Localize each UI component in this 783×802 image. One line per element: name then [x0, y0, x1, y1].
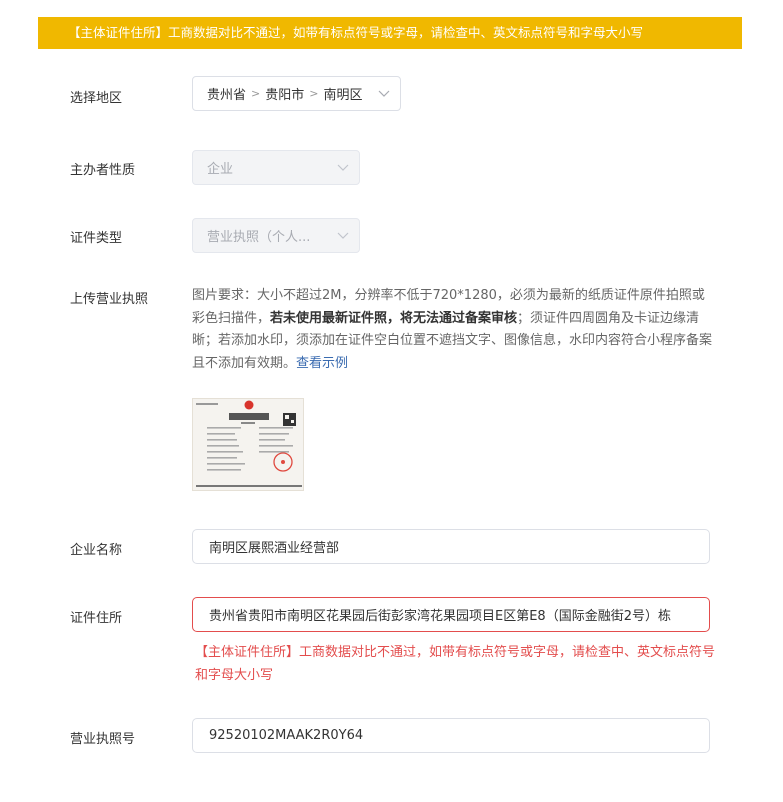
organizer-type-value: 企业 — [207, 162, 234, 177]
region-district: 南明区 — [323, 88, 363, 103]
cert-type-select[interactable]: 营业执照（个人... — [192, 218, 360, 253]
chevron-down-icon — [337, 231, 349, 241]
company-name-label: 企业名称 — [70, 543, 123, 558]
cert-address-label: 证件住所 — [70, 611, 123, 626]
cert-address-value: 贵州省贵阳市南明区花果园后街彭家湾花果园项目E区第E8（国际金融街2号）栋 — [209, 609, 671, 624]
region-separator-icon: > — [251, 87, 261, 100]
company-name-input[interactable]: 南明区展熙酒业经营部 — [192, 529, 710, 564]
upload-license-label: 上传营业执照 — [70, 292, 149, 307]
cert-type-label: 证件类型 — [70, 231, 123, 246]
region-province: 贵州省 — [207, 88, 247, 103]
cert-address-error: 【主体证件住所】工商数据对比不通过，如带有标点符号或字母，请检查中、英文标点符号… — [195, 645, 716, 683]
region-label: 选择地区 — [70, 91, 123, 106]
cert-type-value: 营业执照（个人... — [207, 230, 311, 245]
chevron-down-icon — [378, 89, 390, 99]
region-select[interactable]: 贵州省 > 贵阳市 > 南明区 — [192, 76, 401, 111]
organizer-type-label: 主办者性质 — [70, 163, 136, 178]
chevron-down-icon — [337, 163, 349, 173]
license-no-input[interactable]: 92520102MAAK2R0Y64 — [192, 718, 710, 753]
upload-requirements: 图片要求：大小不超过2M，分辨率不低于720*1280，必须为最新的纸质证件原件… — [192, 285, 714, 375]
company-name-value: 南明区展熙酒业经营部 — [209, 541, 340, 556]
view-example-link[interactable]: 查看示例 — [296, 356, 348, 371]
license-no-value: 92520102MAAK2R0Y64 — [209, 728, 364, 743]
organizer-type-select[interactable]: 企业 — [192, 150, 360, 185]
region-separator-icon: > — [309, 87, 319, 100]
region-path: 贵州省 > 贵阳市 > 南明区 — [207, 84, 362, 103]
cert-address-input[interactable]: 贵州省贵阳市南明区花果园后街彭家湾花果园项目E区第E8（国际金融街2号）栋 — [192, 597, 710, 632]
license-no-label: 营业执照号 — [70, 732, 136, 747]
error-banner: 【主体证件住所】工商数据对比不通过，如带有标点符号或字母，请检查中、英文标点符号… — [38, 17, 742, 49]
requirements-warning: 若未使用最新证件照，将无法通过备案审核 — [270, 310, 518, 326]
license-thumbnail[interactable] — [192, 398, 304, 491]
region-city: 贵阳市 — [265, 88, 305, 103]
